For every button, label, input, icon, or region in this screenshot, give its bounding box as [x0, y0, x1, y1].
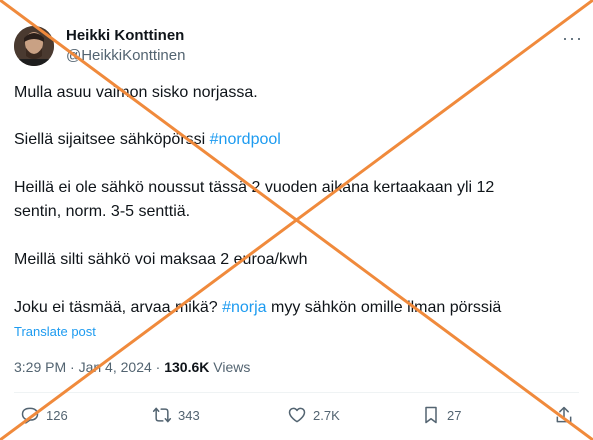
more-options-icon[interactable]: ···: [562, 28, 583, 49]
translate-post-link[interactable]: Translate post: [14, 324, 96, 339]
repost-button[interactable]: 343: [152, 405, 200, 425]
share-button[interactable]: [554, 405, 580, 425]
bookmark-icon: [425, 406, 437, 424]
post-date[interactable]: Jan 4, 2024: [79, 359, 152, 375]
repost-count: 343: [178, 407, 200, 423]
divider: [14, 392, 579, 393]
repost-icon: [152, 407, 172, 423]
hashtag-link[interactable]: #norja: [222, 299, 266, 316]
tweet-text: Siellä sijaitsee sähköpörssi: [14, 131, 210, 148]
heart-icon: [288, 407, 306, 423]
tweet-text: Joku ei täsmää, arvaa mikä?: [14, 299, 223, 316]
separator: ·: [151, 359, 165, 375]
author-name[interactable]: Heikki Konttinen: [66, 27, 184, 44]
tweet-text-line: Siellä sijaitsee sähköpörssi #nordpool: [14, 128, 281, 151]
reply-count: 126: [46, 407, 68, 423]
hashtag-link[interactable]: #nordpool: [210, 131, 281, 148]
tweet-text-line: Meillä silti sähkö voi maksaa 2 euroa/kw…: [14, 251, 308, 268]
tweet-text-line: Joku ei täsmää, arvaa mikä? #norja myy s…: [14, 296, 501, 319]
separator: ·: [66, 359, 79, 375]
bookmark-button[interactable]: 27: [421, 405, 461, 425]
views-count: 130.6K: [164, 359, 210, 375]
like-button[interactable]: 2.7K: [287, 405, 340, 425]
reply-button[interactable]: 126: [20, 405, 68, 425]
avatar[interactable]: [14, 26, 54, 66]
tweet-text-line: sentin, norm. 3-5 senttiä.: [14, 203, 191, 220]
share-icon: [556, 406, 572, 423]
tweet-card: Heikki Konttinen @HeikkiKonttinen ··· Mu…: [0, 0, 593, 440]
avatar-image: [14, 26, 54, 66]
tweet-text: myy sähkön omille ilman pörssiä: [266, 299, 502, 316]
bookmark-count: 27: [447, 407, 462, 423]
tweet-metadata: 3:29 PM · Jan 4, 2024 · 130.6K Views: [14, 359, 250, 375]
views-label: Views: [209, 359, 251, 375]
reply-icon: [21, 407, 39, 424]
tweet-text-line: Heillä ei ole sähkö noussut tässä 2 vuod…: [14, 179, 495, 196]
like-count: 2.7K: [313, 407, 340, 423]
post-time[interactable]: 3:29 PM: [14, 359, 66, 375]
tweet-text-line: Mulla asuu vaimon sisko norjassa.: [14, 84, 258, 101]
author-handle[interactable]: @HeikkiKonttinen: [66, 47, 185, 64]
